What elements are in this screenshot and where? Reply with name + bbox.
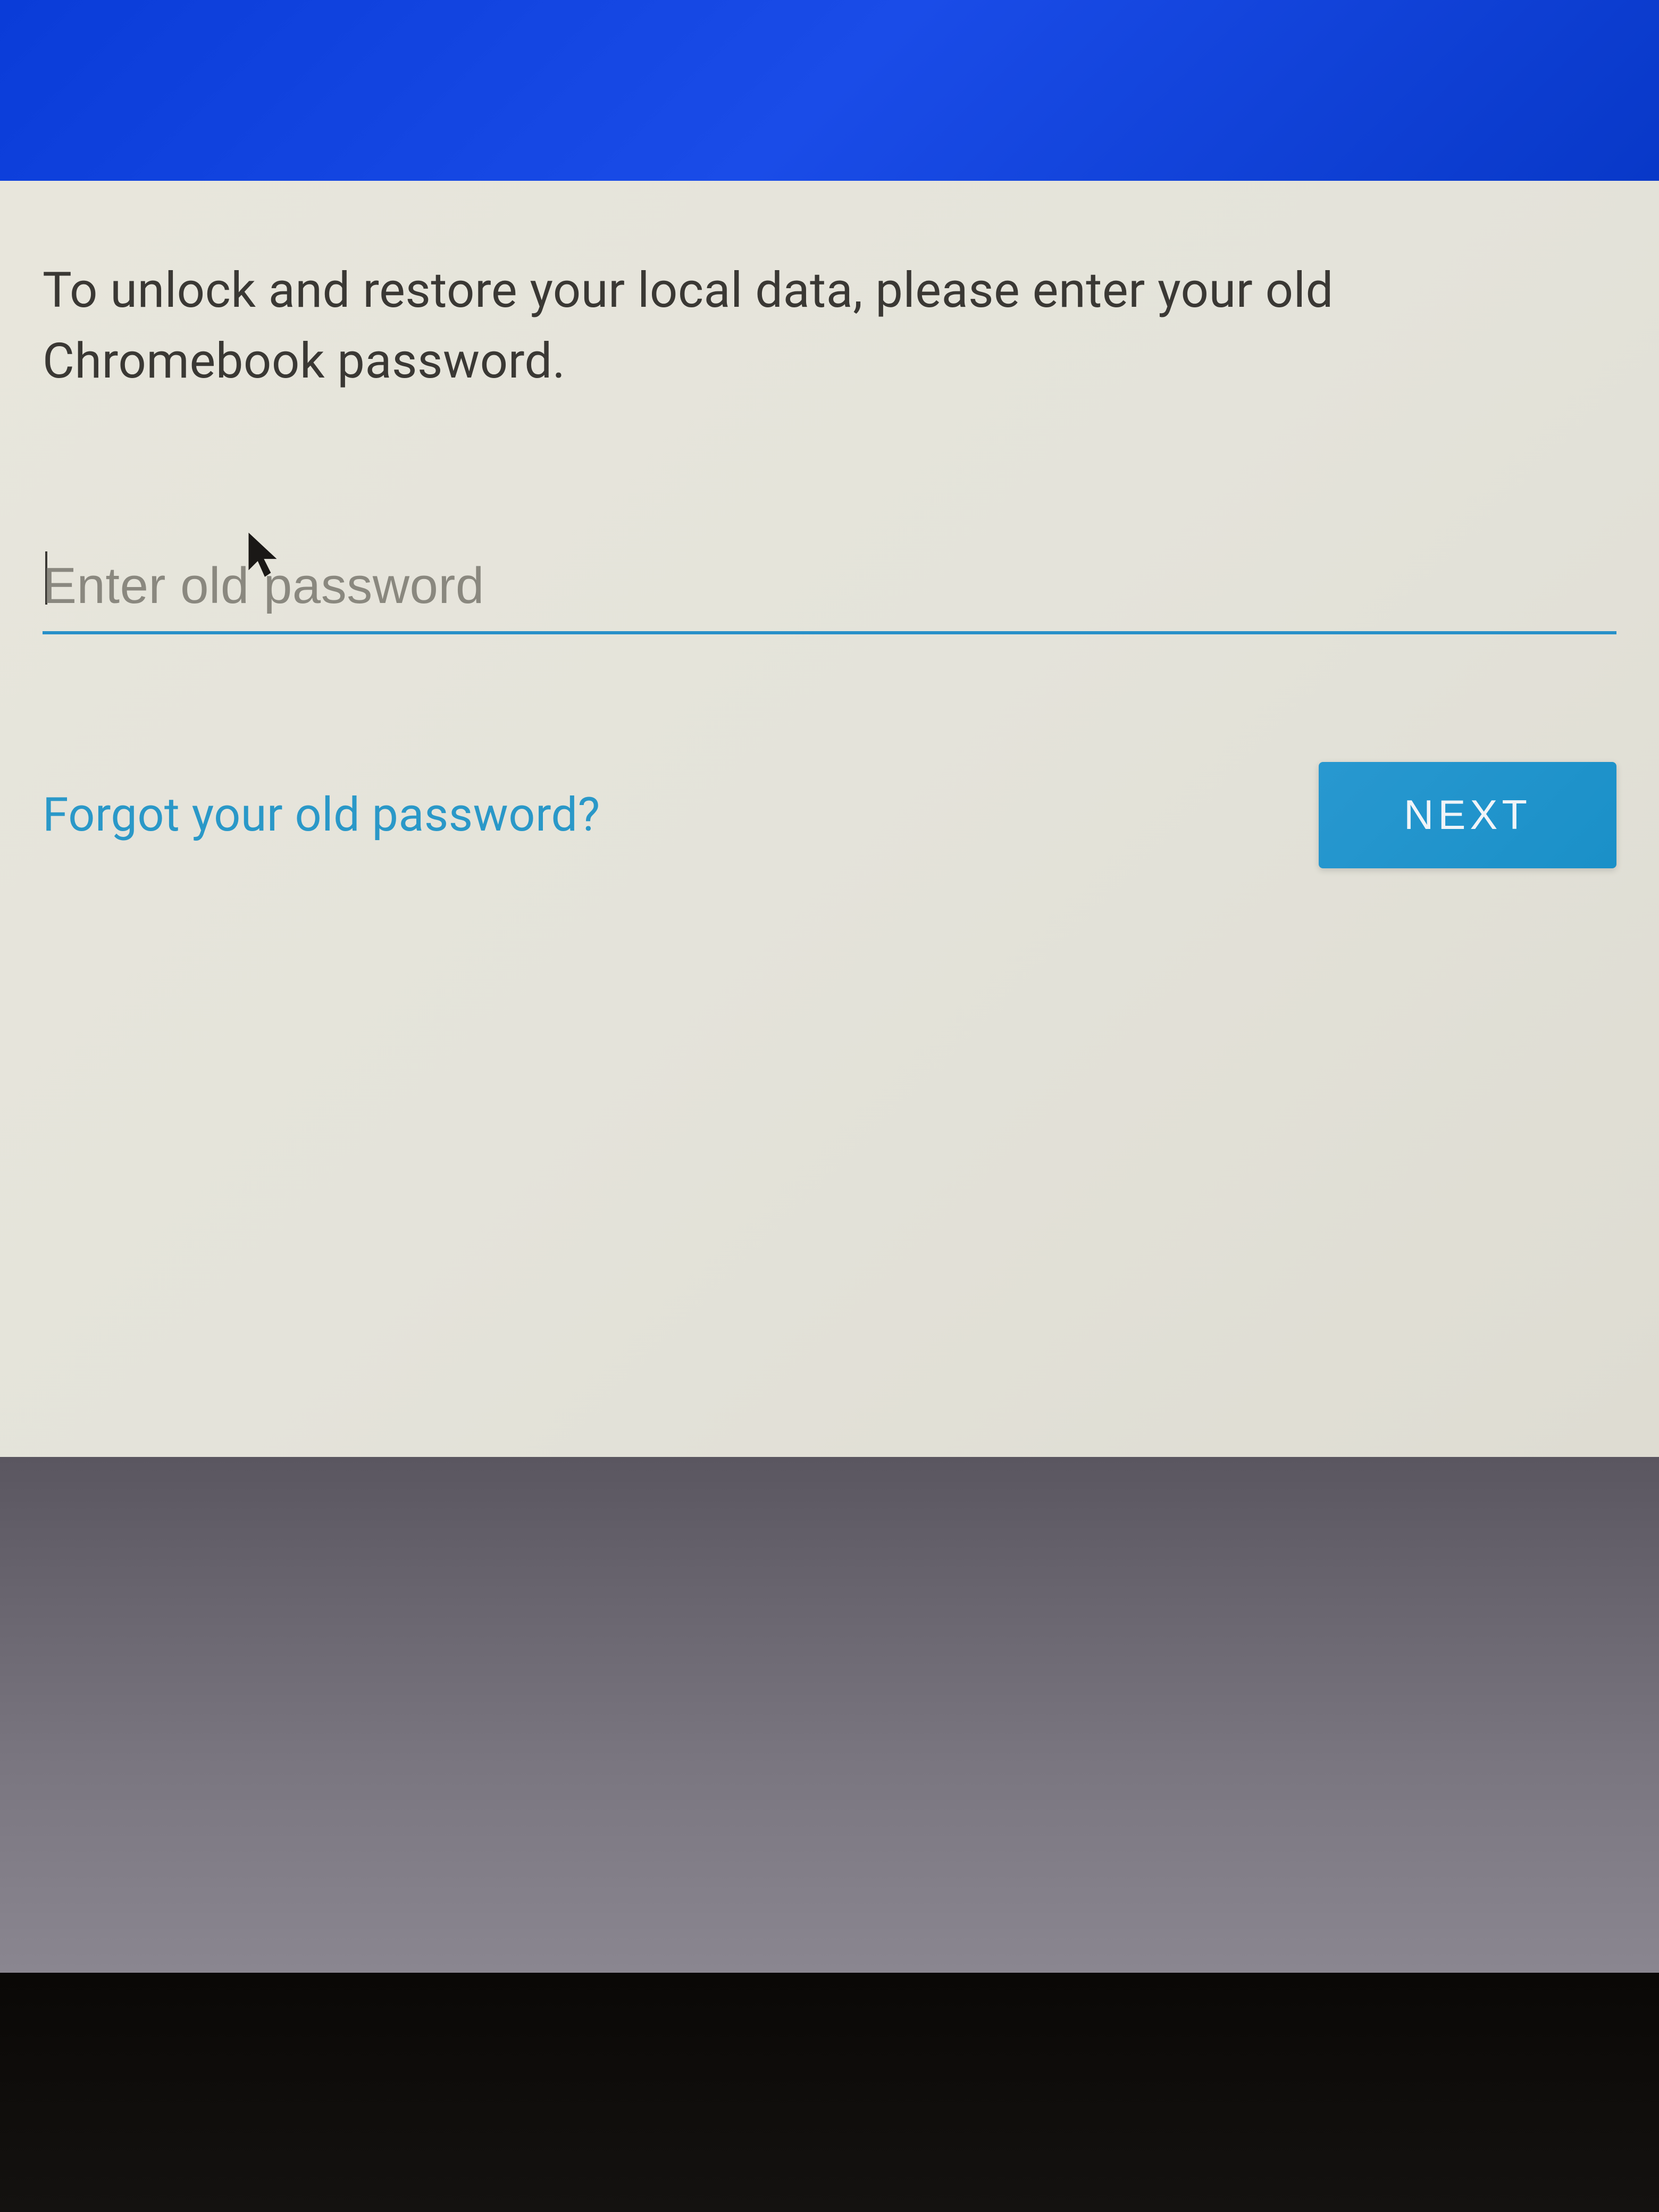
text-caret [45, 551, 47, 605]
next-button-label: NEXT [1404, 791, 1531, 839]
password-field-wrapper [43, 546, 1616, 634]
action-row: Forgot your old password? NEXT [43, 762, 1616, 868]
instruction-text: To unlock and restore your local data, p… [43, 255, 1616, 397]
taskbar[interactable] [0, 1973, 1659, 2212]
desktop-background [0, 1457, 1659, 1973]
unlock-dialog: To unlock and restore your local data, p… [0, 181, 1659, 1457]
next-button[interactable]: NEXT [1319, 762, 1616, 868]
window-header [0, 0, 1659, 181]
forgot-password-link[interactable]: Forgot your old password? [43, 787, 600, 842]
old-password-input[interactable] [43, 546, 1616, 634]
screen-area: To unlock and restore your local data, p… [0, 0, 1659, 1973]
